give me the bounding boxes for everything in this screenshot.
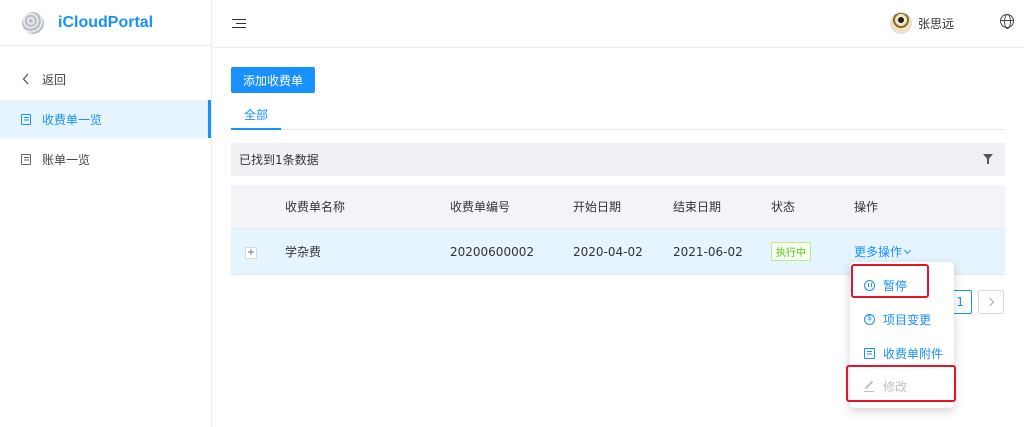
- menu-item-attachment[interactable]: 收费单附件: [850, 336, 954, 370]
- menu-item-label: 修改: [883, 379, 908, 394]
- sidebar-item-label: 账单一览: [42, 152, 91, 167]
- column-header-end-date: 结束日期: [673, 200, 722, 214]
- logo[interactable]: iCloudPortal: [0, 0, 211, 46]
- app-title: iCloudPortal: [58, 13, 154, 31]
- sidebar-item-bill-list[interactable]: 账单一览: [0, 140, 211, 178]
- result-count: 已找到1条数据: [239, 153, 319, 167]
- sidebar-item-label: 收费单一览: [42, 112, 103, 127]
- attachment-icon: [864, 347, 875, 359]
- pause-icon: [864, 279, 875, 291]
- user-name: 张思远: [917, 16, 954, 31]
- top-header: 张思远: [212, 0, 1024, 48]
- result-bar: 已找到1条数据: [231, 143, 1005, 176]
- end-date: 2021-06-02: [673, 244, 743, 259]
- menu-item-project-change[interactable]: 项目变更: [850, 302, 954, 336]
- menu-item-label: 项目变更: [883, 312, 932, 327]
- add-fee-button[interactable]: 添加收费单: [231, 67, 315, 93]
- fee-number: 20200600002: [450, 244, 534, 259]
- avatar: [889, 12, 912, 34]
- dollar-icon: [864, 313, 875, 325]
- more-actions-link[interactable]: 更多操作: [854, 243, 912, 260]
- edit-icon: [864, 381, 875, 392]
- more-actions-label: 更多操作: [854, 245, 903, 259]
- menu-item-label: 收费单附件: [883, 346, 944, 361]
- logo-icon: [22, 11, 44, 34]
- menu-fold-icon[interactable]: [232, 18, 246, 30]
- menu-item-label: 暂停: [883, 278, 908, 293]
- document-icon: [20, 113, 32, 125]
- sidebar-item-fee-list[interactable]: 收费单一览: [0, 100, 211, 138]
- sidebar-item-label: 返回: [42, 72, 67, 87]
- filter-icon[interactable]: [983, 154, 993, 164]
- fee-name: 学杂费: [285, 245, 322, 259]
- tab-bar: 全部: [231, 100, 1005, 130]
- tab-all[interactable]: 全部: [231, 100, 281, 130]
- pagination-next-button[interactable]: [978, 290, 1004, 314]
- column-header-start-date: 开始日期: [573, 200, 622, 214]
- user-menu[interactable]: 张思远: [889, 12, 954, 34]
- chevron-down-icon: [903, 246, 912, 255]
- column-header-status: 状态: [771, 200, 796, 214]
- sidebar-item-back[interactable]: 返回: [0, 60, 211, 98]
- status-cell: 执行中: [771, 229, 811, 274]
- table-header: 收费单名称 收费单编号 开始日期 结束日期 状态 操作: [231, 185, 1005, 229]
- status-badge: 执行中: [771, 242, 811, 261]
- document-icon: [20, 153, 32, 165]
- menu-item-pause[interactable]: 暂停: [850, 268, 954, 302]
- more-actions-dropdown: 暂停 项目变更 收费单附件 修改: [850, 262, 954, 408]
- column-header-actions: 操作: [854, 200, 879, 214]
- column-header-number: 收费单编号: [450, 200, 511, 214]
- sidebar: iCloudPortal 返回 收费单一览 账单一览: [0, 0, 212, 427]
- column-header-name: 收费单名称: [285, 200, 346, 214]
- start-date: 2020-04-02: [573, 244, 643, 259]
- chevron-left-icon: [20, 73, 32, 85]
- menu-item-edit[interactable]: 修改: [850, 369, 954, 403]
- expand-row-button[interactable]: +: [245, 247, 257, 259]
- globe-icon[interactable]: [1000, 14, 1014, 29]
